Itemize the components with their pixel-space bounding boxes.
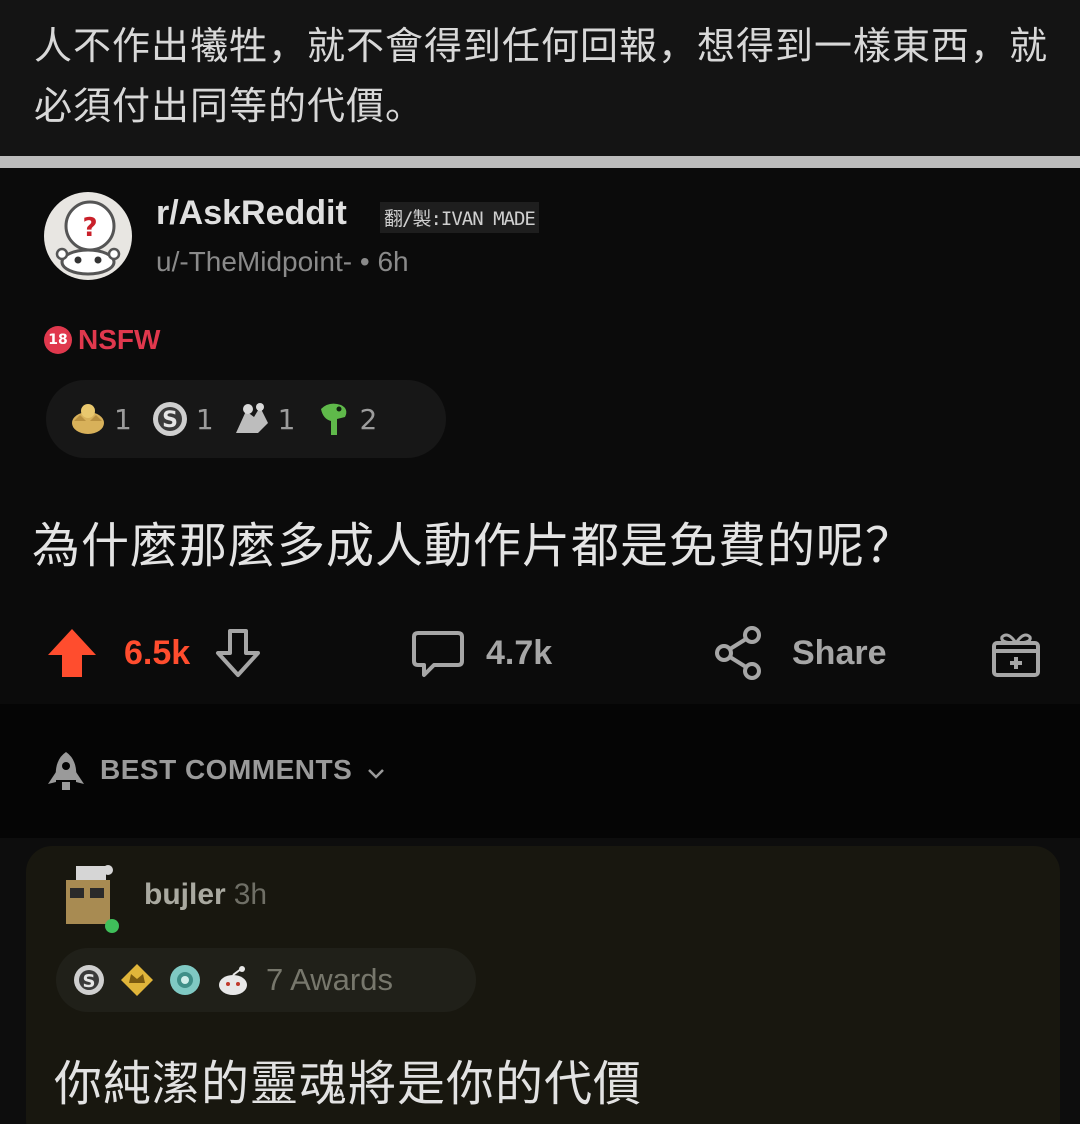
hug-award-icon xyxy=(235,403,268,433)
helpful-award-icon xyxy=(170,965,200,995)
divider xyxy=(0,156,1080,168)
award-item: 2 xyxy=(311,397,377,441)
post-card: ? r/AskReddit 翻/製:IVAN MADE u/-TheMidpoi… xyxy=(0,168,1080,704)
share-button[interactable]: Share xyxy=(712,618,887,688)
award-count: 2 xyxy=(359,402,378,436)
subreddit-avatar[interactable]: ? xyxy=(44,192,132,280)
askreddit-icon: ? xyxy=(46,194,130,278)
svg-text:S: S xyxy=(162,408,178,433)
award-count: 1 xyxy=(114,402,132,436)
sort-label: BEST COMMENTS xyxy=(100,754,353,785)
award-item: S xyxy=(70,961,108,999)
wholesome-snoo-award-icon xyxy=(219,966,247,995)
award-item: 1 xyxy=(66,397,132,441)
share-icon xyxy=(715,626,761,680)
comment-icon xyxy=(412,631,464,677)
silver-coin-award-icon: S xyxy=(152,402,187,436)
nsfw-18-icon: 18 xyxy=(44,326,72,354)
rocket-sort-icon xyxy=(48,752,84,790)
comment-username[interactable]: bujler xyxy=(144,878,226,911)
award-item: S 1 xyxy=(148,397,214,441)
post-title[interactable]: 為什麼那麼多成人動作片都是免費的呢？ xyxy=(32,506,1062,576)
award-count: 1 xyxy=(277,402,296,436)
subreddit-name[interactable]: r/AskReddit xyxy=(156,194,347,233)
chevron-down-icon xyxy=(368,769,384,779)
caption-text: 人不作出犧牲，就不會得到任何回報，想得到一樣東西，就必須付出同等的代價。 xyxy=(34,24,1049,128)
commenter-avatar[interactable] xyxy=(54,856,134,942)
comment-card: bujler 3h S 7 Awards 你純潔的靈魂將是你的代價 xyxy=(26,846,1060,1124)
comment-author[interactable]: bujler 3h xyxy=(144,878,267,912)
award-item xyxy=(166,961,204,999)
nsfw-label: NSFW xyxy=(78,324,161,355)
award-count: 1 xyxy=(195,402,214,436)
svg-text:?: ? xyxy=(82,213,97,243)
vote-group: 6.5k xyxy=(44,618,266,688)
share-label: Share xyxy=(792,633,887,672)
screenshot: 人不作出犧牲，就不會得到任何回報，想得到一樣東西，就必須付出同等的代價。 ? r… xyxy=(0,0,1080,1124)
silver-coin-award-icon: S xyxy=(74,965,104,995)
downvote-icon[interactable] xyxy=(210,625,266,681)
gift-icon xyxy=(992,633,1040,677)
svg-text:S: S xyxy=(83,971,96,992)
watermark: 翻/製:IVAN MADE xyxy=(380,202,539,233)
sort-bar[interactable]: BEST COMMENTS xyxy=(0,704,1080,838)
post-actions: 6.5k 4.7k Share xyxy=(0,618,1080,688)
dinosaur-award-icon xyxy=(321,403,347,435)
upvote-icon[interactable] xyxy=(44,625,100,681)
award-item: 1 xyxy=(230,397,296,441)
award-button[interactable] xyxy=(988,618,1044,688)
gold-hands-award-icon xyxy=(72,404,104,434)
comment-body: 你純潔的靈魂將是你的代價 xyxy=(54,1056,643,1112)
post-awards[interactable]: 1 S 1 1 2 xyxy=(46,380,446,458)
comments-button[interactable]: 4.7k xyxy=(410,618,552,688)
comment-awards[interactable]: S 7 Awards xyxy=(56,948,476,1012)
snoo-avatar-icon xyxy=(66,865,119,933)
award-item xyxy=(214,961,252,999)
post-author-meta[interactable]: u/-TheMidpoint- • 6h xyxy=(156,246,409,278)
caption-block: 人不作出犧牲，就不會得到任何回報，想得到一樣東西，就必須付出同等的代價。 xyxy=(0,0,1080,158)
comment-count: 4.7k xyxy=(486,633,553,672)
nsfw-tag: 18 NSFW xyxy=(44,324,160,356)
comment-time: 3h xyxy=(233,878,268,911)
award-item xyxy=(118,961,156,999)
comment-awards-label: 7 Awards xyxy=(266,962,393,997)
gold-crown-award-icon xyxy=(121,964,153,996)
upvote-count: 6.5k xyxy=(124,633,191,672)
